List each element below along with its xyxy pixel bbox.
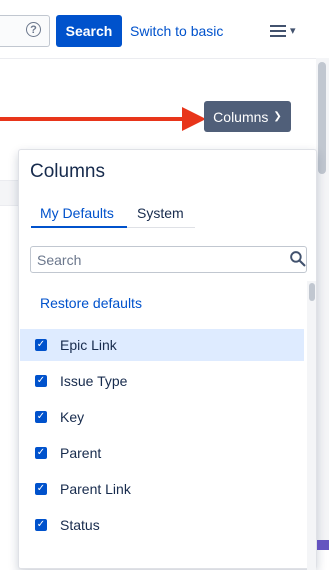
active-tab-indicator — [31, 226, 127, 228]
columns-list-scrollbar-thumb[interactable] — [309, 283, 315, 301]
column-option-label: Issue Type — [60, 373, 128, 389]
header-divider — [0, 58, 316, 59]
column-option-key[interactable]: ✓ Key — [20, 401, 304, 433]
annotation-arrow-head — [182, 107, 206, 131]
results-row-edge — [0, 180, 18, 206]
column-option-label: Parent — [60, 445, 102, 461]
checkbox-checked-icon[interactable]: ✓ — [35, 339, 47, 351]
help-icon[interactable]: ? — [26, 22, 41, 37]
column-option-label: Status — [60, 517, 100, 533]
search-button[interactable]: Search — [56, 15, 122, 47]
panel-title: Columns — [30, 161, 105, 182]
checkbox-checked-icon[interactable]: ✓ — [35, 519, 47, 531]
hamburger-icon — [270, 25, 286, 37]
checkbox-checked-icon[interactable]: ✓ — [35, 483, 47, 495]
jql-search-field[interactable] — [0, 15, 50, 47]
page-scrollbar-thumb[interactable] — [318, 62, 326, 174]
column-option-status[interactable]: ✓ Status — [20, 509, 304, 541]
column-option-label: Epic Link — [60, 337, 117, 353]
column-option-parent[interactable]: ✓ Parent — [20, 437, 304, 469]
columns-list-scrollbar[interactable] — [307, 281, 316, 570]
tab-my-defaults[interactable]: My Defaults — [40, 205, 114, 221]
annotation-arrow-shaft — [0, 117, 186, 121]
tab-system[interactable]: System — [137, 205, 184, 221]
column-option-issue-type[interactable]: ✓ Issue Type — [20, 365, 304, 397]
columns-dropdown: Columns My Defaults System Restore defau… — [18, 149, 317, 570]
checkbox-checked-icon[interactable]: ✓ — [35, 375, 47, 387]
checkbox-checked-icon[interactable]: ✓ — [35, 447, 47, 459]
chevron-down-icon: ▾ — [290, 25, 296, 37]
columns-search-input[interactable] — [30, 246, 307, 273]
chevron-down-icon: ❯ — [273, 111, 282, 122]
more-menu-button[interactable]: ▾ — [266, 21, 304, 43]
checkbox-checked-icon[interactable]: ✓ — [35, 411, 47, 423]
columns-button[interactable]: Columns ❯ — [204, 101, 291, 132]
column-option-label: Key — [60, 409, 85, 425]
restore-defaults-link[interactable]: Restore defaults — [40, 295, 142, 311]
column-option-epic-link[interactable]: ✓ Epic Link — [20, 329, 304, 361]
background-accent — [317, 540, 329, 550]
switch-to-basic-link[interactable]: Switch to basic — [130, 23, 223, 39]
search-icon — [290, 251, 306, 267]
column-option-parent-link[interactable]: ✓ Parent Link — [20, 473, 304, 505]
column-option-label: Parent Link — [60, 481, 131, 497]
columns-button-label: Columns — [213, 108, 269, 125]
